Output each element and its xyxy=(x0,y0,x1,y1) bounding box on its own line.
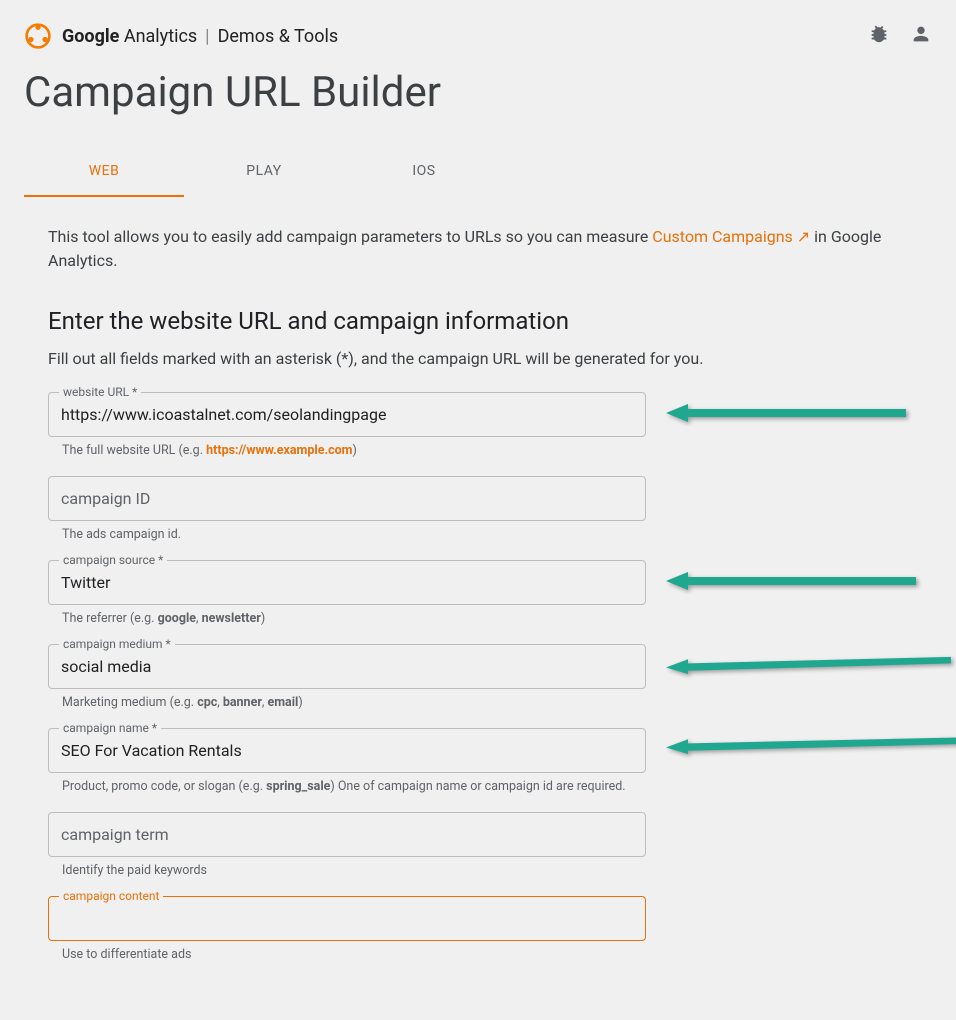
campaign-medium-field-wrap: campaign medium * xyxy=(48,644,646,689)
campaign-id-input[interactable] xyxy=(49,477,645,520)
arrow-icon xyxy=(666,404,906,422)
example-url-link[interactable]: https://www.example.com xyxy=(206,443,352,458)
campaign-name-input[interactable] xyxy=(49,729,645,772)
app-header: Google Analytics | Demos & Tools xyxy=(0,0,956,60)
header-left: Google Analytics | Demos & Tools xyxy=(24,22,338,50)
campaign-source-field-wrap: campaign source * xyxy=(48,560,646,605)
section-heading: Enter the website URL and campaign infor… xyxy=(48,307,908,335)
campaign-name-helper: Product, promo code, or slogan (e.g. spr… xyxy=(48,773,646,812)
campaign-name-field-wrap: campaign name * xyxy=(48,728,646,773)
campaign-name-label: campaign name * xyxy=(59,721,161,735)
website-url-helper: The full website URL (e.g. https://www.e… xyxy=(48,437,646,476)
campaign-term-field-wrap xyxy=(48,812,646,857)
website-url-input[interactable] xyxy=(49,393,645,436)
intro-text: This tool allows you to easily add campa… xyxy=(48,225,908,273)
campaign-content-input[interactable] xyxy=(49,897,645,940)
tab-play[interactable]: PLAY xyxy=(184,147,344,197)
campaign-content-label: campaign content xyxy=(59,889,163,903)
campaign-source-label: campaign source * xyxy=(59,553,167,567)
brand-analytics: Analytics xyxy=(119,26,197,47)
brand-section: Demos & Tools xyxy=(218,26,339,47)
campaign-medium-input[interactable] xyxy=(49,645,645,688)
person-icon[interactable] xyxy=(910,23,932,49)
website-url-label: website URL * xyxy=(59,385,141,399)
custom-campaigns-link[interactable]: Custom Campaigns ↗ xyxy=(652,227,810,246)
ga-logo-icon xyxy=(24,22,52,50)
header-right xyxy=(868,23,932,49)
website-url-field-wrap: website URL * xyxy=(48,392,646,437)
open-in-new-icon: ↗ xyxy=(797,227,810,246)
brand-google: Google xyxy=(62,26,119,47)
intro-part1: This tool allows you to easily add campa… xyxy=(48,227,652,246)
campaign-source-input[interactable] xyxy=(49,561,645,604)
tabs: WEB PLAY IOS xyxy=(0,147,956,197)
content: This tool allows you to easily add campa… xyxy=(0,197,956,1020)
brand-divider: | xyxy=(205,26,209,47)
brand-text: Google Analytics | Demos & Tools xyxy=(62,26,338,47)
arrow-icon xyxy=(666,656,951,674)
campaign-id-field-wrap xyxy=(48,476,646,521)
bug-icon[interactable] xyxy=(868,23,890,49)
tab-web[interactable]: WEB xyxy=(24,147,184,197)
arrow-icon xyxy=(666,572,916,590)
tab-ios[interactable]: IOS xyxy=(344,147,504,197)
campaign-content-field-wrap: campaign content xyxy=(48,896,646,941)
arrow-icon xyxy=(666,736,956,754)
section-subtext: Fill out all fields marked with an aster… xyxy=(48,349,908,368)
page-title: Campaign URL Builder xyxy=(0,60,956,147)
campaign-term-input[interactable] xyxy=(49,813,645,856)
campaign-content-helper: Use to differentiate ads xyxy=(48,941,646,980)
campaign-medium-label: campaign medium * xyxy=(59,637,175,651)
